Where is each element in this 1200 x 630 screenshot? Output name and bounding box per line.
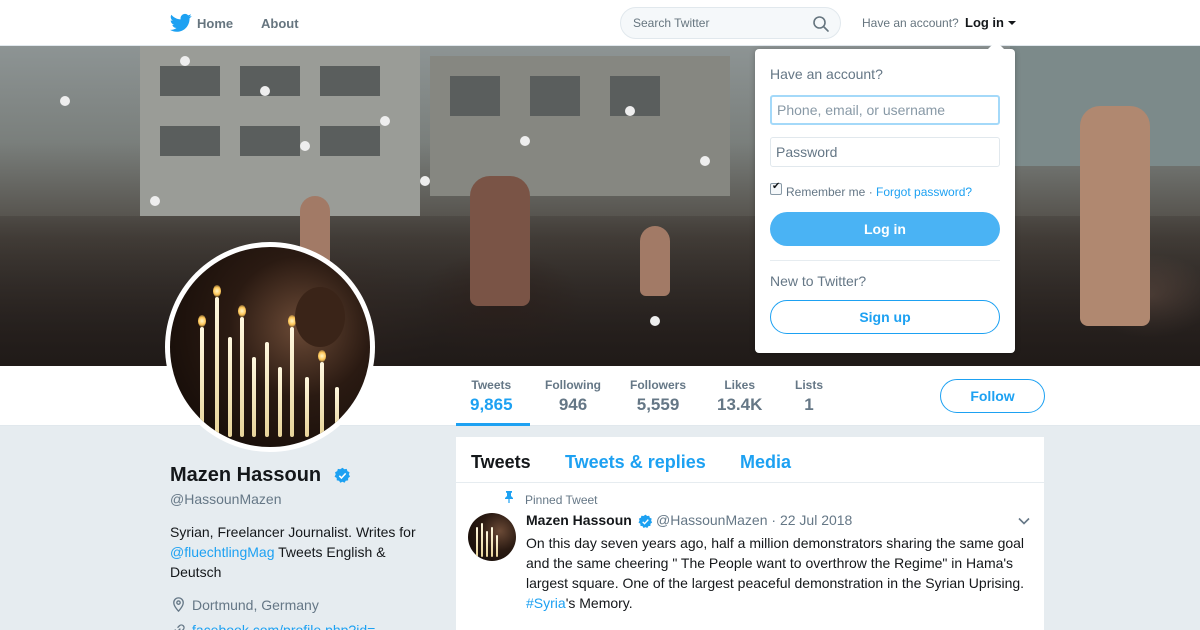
stat-label: Lists [795,378,824,392]
dropdown-title: Have an account? [770,66,883,82]
login-dropdown-toggle[interactable]: Log in [965,15,1004,30]
profile-name: Mazen Hassoun [170,464,322,486]
login-dropdown: Have an account? Remember me · Forgot pa… [755,49,1015,353]
stat-lists[interactable]: Lists 1 [795,378,823,415]
divider [770,260,1000,261]
twitter-bird-icon[interactable] [170,13,192,33]
timeline: Tweets Tweets & replies Media Pinned Twe… [456,437,1044,630]
link-icon [174,624,185,630]
profile-location: Dortmund, Germany [192,597,319,613]
bio-text: Syrian, Freelancer Journalist. Writes fo… [170,524,416,540]
stat-value: 1 [804,395,814,414]
verified-badge-icon [638,514,653,528]
stat-value: 5,559 [636,395,680,414]
stat-likes[interactable]: Likes 13.4K [717,378,762,415]
profile-website-link[interactable]: facebook.com/profile.php?id=... [192,622,387,630]
stat-value: 13.4K [717,395,763,414]
new-to-twitter-text: New to Twitter? [770,273,867,289]
have-account-text: Have an account? [862,16,959,30]
stat-value: 9,865 [470,395,513,414]
username-field[interactable] [770,95,1000,125]
chevron-down-icon[interactable] [1008,21,1016,25]
pinned-tweet-label: Pinned Tweet [525,493,598,507]
timeline-tabs: Tweets Tweets & replies Media [456,437,1044,483]
forgot-password-link[interactable]: Forgot password? [876,185,972,199]
pin-icon [505,491,513,503]
tweet-author-name[interactable]: Mazen Hassoun [526,512,632,528]
nav-about-link[interactable]: About [261,16,299,31]
bio-mention-link[interactable]: @fluechtlingMag [170,544,275,560]
tweet-avatar[interactable] [468,513,516,561]
pinned-tweet[interactable]: Pinned Tweet Mazen Hassoun @HassounMazen… [456,483,1044,630]
stat-label: Tweets [471,378,512,392]
login-button[interactable]: Log in [770,212,1000,246]
tab-tweets-replies[interactable]: Tweets & replies [565,452,706,473]
password-field[interactable] [770,137,1000,167]
profile-handle[interactable]: @HassounMazen [170,491,282,507]
remember-me-label: Remember me · [786,185,873,199]
nav-home-link[interactable]: Home [197,16,233,31]
meta-separator: · [771,512,777,528]
stat-tweets[interactable]: Tweets 9,865 [470,378,513,415]
stat-following[interactable]: Following 946 [545,378,601,415]
search-icon[interactable] [812,15,830,33]
active-stat-underline [456,423,530,426]
hashtag-link[interactable]: #Syria [526,595,566,611]
signup-button[interactable]: Sign up [770,300,1000,334]
tweet-meta: @HassounMazen · 22 Jul 2018 [656,512,852,528]
stat-label: Following [545,378,601,392]
tweet-date[interactable]: 22 Jul 2018 [780,512,852,528]
top-nav: Home About Search Twitter Have an accoun… [0,0,1200,46]
tweet-author-handle[interactable]: @HassounMazen [656,512,768,528]
dropdown-arrow [987,41,1005,50]
stat-label: Likes [724,378,756,392]
stat-followers[interactable]: Followers 5,559 [630,378,686,415]
chevron-down-icon[interactable] [1017,514,1031,528]
profile-avatar[interactable] [165,242,375,452]
stat-value: 946 [558,395,588,414]
verified-badge-icon [334,467,351,483]
profile-bio: Syrian, Freelancer Journalist. Writes fo… [170,522,440,582]
location-icon [173,597,184,613]
search-input[interactable]: Search Twitter [633,16,709,30]
tab-tweets[interactable]: Tweets [471,452,531,473]
tab-media[interactable]: Media [740,452,791,473]
follow-button[interactable]: Follow [940,379,1045,413]
stat-label: Followers [630,378,687,392]
search-box[interactable]: Search Twitter [620,7,841,39]
remember-me-checkbox[interactable] [770,181,782,195]
tweet-body-end: 's Memory. [565,595,633,611]
tweet-text: On this day seven years ago, half a mill… [526,533,1034,613]
tweet-body: On this day seven years ago, half a mill… [526,535,1025,591]
